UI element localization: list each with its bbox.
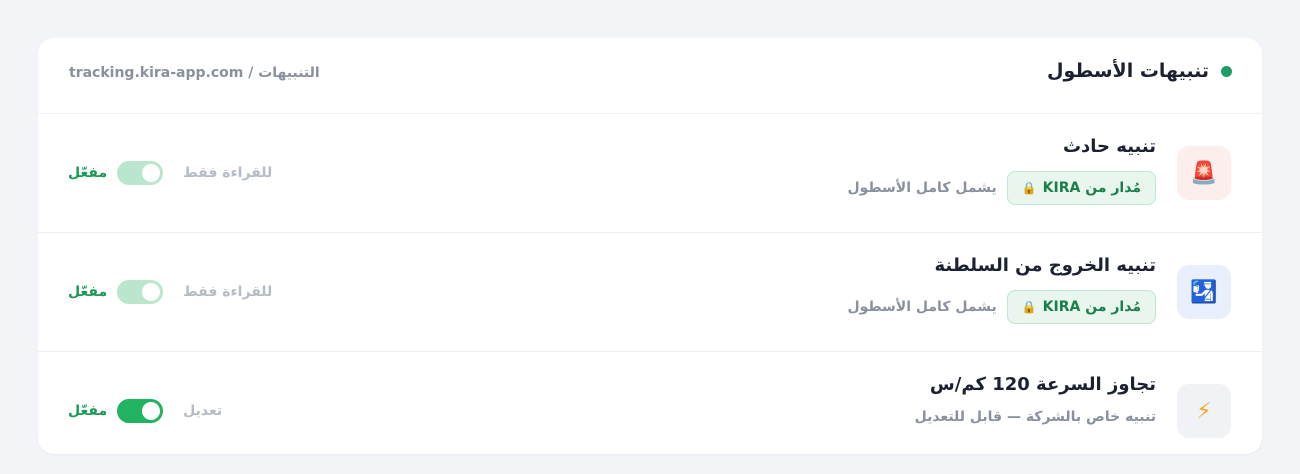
status-label: مفعّل	[68, 165, 108, 181]
siren-icon: 🚨	[1177, 146, 1231, 200]
alert-toggle[interactable]	[117, 280, 164, 304]
managed-badge-label: مُدار من KIRA	[1042, 180, 1141, 196]
scope-text: يشمل كامل الأسطول	[847, 299, 997, 315]
toggle-knob	[142, 164, 161, 182]
alert-row-speeding: ⚡ تجاوز السرعة 120 كم/س تنبيه خاص بالشرك…	[38, 352, 1262, 454]
toggle-knob	[142, 402, 161, 420]
alert-row-accident: 🚨 تنبيه حادث 🔒 مُدار من KIRA يشمل كامل ا…	[38, 114, 1262, 233]
managed-badge: 🔒 مُدار من KIRA	[1006, 290, 1156, 324]
status-label: مفعّل	[68, 403, 108, 419]
alert-subtitle: تنبيه خاص بالشركة — قابل للتعديل	[914, 409, 1156, 425]
alert-title: تجاوز السرعة 120 كم/س	[929, 374, 1156, 395]
lock-icon: 🔒	[1021, 181, 1037, 195]
managed-badge-label: مُدار من KIRA	[1042, 299, 1141, 315]
breadcrumb: tracking.kira-app.com / التنبيهات	[69, 65, 320, 81]
mode-label: للقراءة فقط	[183, 165, 273, 181]
page-title: تنبيهات الأسطول	[1046, 60, 1209, 82]
alert-title: تنبيه حادث	[1062, 136, 1156, 157]
status-label: مفعّل	[68, 284, 108, 300]
lock-icon: 🔒	[1021, 300, 1037, 314]
alert-meta: 🔒 مُدار من KIRA يشمل كامل الأسطول	[847, 290, 1156, 324]
status-dot	[1221, 65, 1232, 77]
alert-toggle-group: مفعّل تعديل	[68, 399, 222, 423]
card-header: تنبيهات الأسطول tracking.kira-app.com / …	[38, 38, 1262, 114]
managed-badge: 🔒 مُدار من KIRA	[1006, 171, 1156, 205]
edit-link[interactable]: تعديل	[183, 403, 222, 419]
alert-toggle-group: مفعّل للقراءة فقط	[68, 280, 272, 304]
alert-toggle[interactable]	[117, 399, 164, 423]
toggle-knob	[142, 283, 161, 301]
scope-text: يشمل كامل الأسطول	[847, 180, 997, 196]
alert-title: تنبيه الخروج من السلطنة	[934, 255, 1156, 276]
lightning-icon: ⚡	[1177, 384, 1231, 438]
border-exit-icon: 🛂	[1177, 265, 1231, 319]
header-title-group: تنبيهات الأسطول	[1047, 60, 1232, 82]
alert-toggle-group: مفعّل للقراءة فقط	[68, 161, 272, 185]
alert-toggle[interactable]	[117, 161, 164, 185]
alert-meta: 🔒 مُدار من KIRA يشمل كامل الأسطول	[847, 171, 1156, 205]
mode-label: للقراءة فقط	[183, 284, 273, 300]
fleet-alerts-card: تنبيهات الأسطول tracking.kira-app.com / …	[38, 38, 1262, 454]
alert-row-border-exit: 🛂 تنبيه الخروج من السلطنة 🔒 مُدار من KIR…	[38, 233, 1262, 352]
